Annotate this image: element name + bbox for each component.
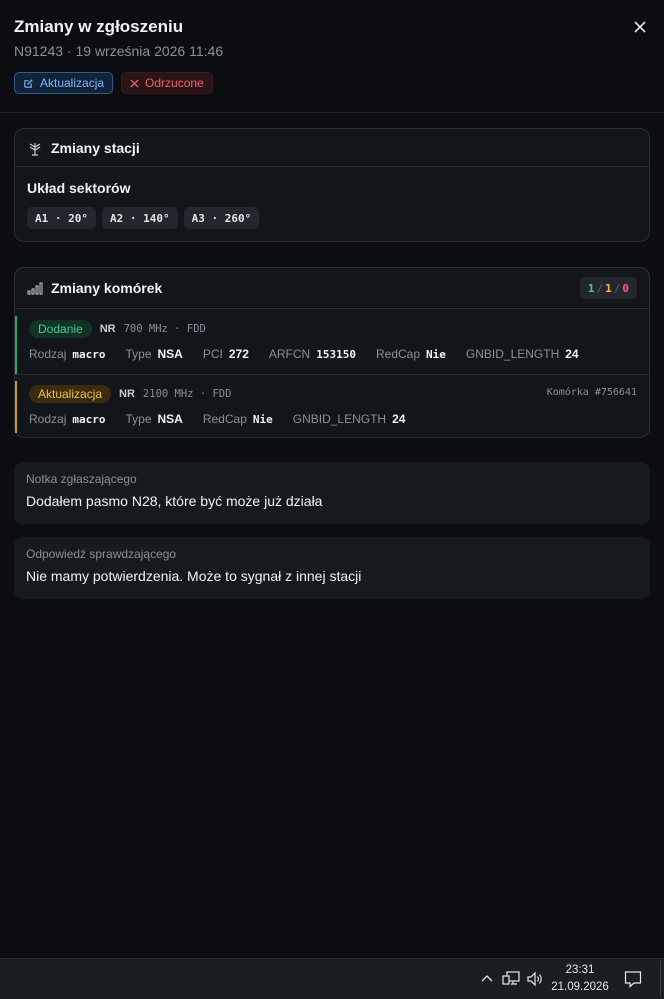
network-icon[interactable] (502, 971, 520, 987)
badge-update-label: Aktualizacja (40, 76, 105, 90)
signal-bars-icon (27, 282, 43, 295)
submitter-note-text: Dodałem pasmo N28, które być może już dz… (26, 493, 323, 509)
cell-row-added: Dodanie NR 700 MHz · FDD Rodzaj macro Typ… (15, 316, 649, 374)
tag-updated: Aktualizacja (29, 385, 112, 403)
cell-changes-card: Zmiany komórek 1/1/0 Dodanie NR 700 MHz … (14, 267, 650, 438)
cell-row-header: Aktualizacja NR 2100 MHz · FDD (29, 385, 231, 403)
tag-added: Dodanie (29, 320, 92, 338)
change-counts: 1/1/0 (579, 277, 637, 299)
badge-update: Aktualizacja (14, 72, 114, 94)
attr-type: Type NSA (125, 347, 183, 361)
reviewer-note: Odpowiedź sprawdzającego Nie mamy potwie… (14, 537, 650, 599)
cell-id: Komórka #756641 (546, 387, 637, 398)
station-changes-title: Zmiany stacji (51, 139, 140, 156)
cell-tech: NR (119, 388, 135, 400)
submitter-note: Notka zgłaszającego Dodałem pasmo N28, k… (14, 462, 650, 524)
antenna-icon (29, 142, 41, 156)
cell-changes-header: Zmiany komórek 1/1/0 (15, 268, 649, 309)
reviewer-note-label: Odpowiedź sprawdzającego (26, 547, 177, 561)
taskbar: 23:31 21.09.2026 (0, 958, 664, 999)
sector-chip: A2 · 140° (101, 207, 178, 229)
attr-arfcn: ARFCN 153150 (268, 347, 356, 361)
cell-freq: 2100 MHz · FDD (142, 388, 232, 400)
close-icon (634, 21, 646, 33)
cell-tech: NR (99, 323, 116, 335)
attr-gnbid-length: GNBID_LENGTH 24 (465, 347, 579, 361)
volume-icon[interactable] (526, 971, 544, 987)
cell-attributes: Rodzaj macro Type NSA RedCap Nie GNBID_LENG… (29, 412, 405, 426)
show-desktop-divider[interactable] (660, 961, 661, 997)
cell-freq: 700 MHz · FDD (123, 323, 206, 335)
dialog-title: Zmiany w zgłoszeniu (14, 17, 184, 36)
count-updated: 1 (605, 281, 612, 295)
clock-date: 21.09.2026 (551, 981, 609, 993)
taskbar-clock[interactable]: 23:31 21.09.2026 (546, 962, 614, 996)
dialog-subtitle: N91243 · 19 września 2026 11:46 (14, 43, 224, 59)
row-divider (15, 374, 649, 375)
station-changes-header: Zmiany stacji (15, 129, 649, 167)
close-button[interactable] (628, 16, 652, 38)
badge-rejected: Odrzucone (121, 72, 213, 94)
sector-layout-label: Układ sektorów (27, 180, 131, 196)
edit-icon (24, 78, 33, 88)
badge-rejected-label: Odrzucone (145, 76, 204, 90)
attr-type: Type NSA (125, 412, 183, 426)
sector-chips: A1 · 20° A2 · 140° A3 · 260° (27, 207, 260, 229)
sector-chip: A3 · 260° (183, 207, 260, 229)
cell-attributes: Rodzaj macro Type NSA PCI 272 ARFCN 153150 R… (29, 347, 579, 361)
reviewer-note-text: Nie mamy potwierdzenia. Może to sygnał z… (26, 568, 362, 584)
count-removed: 0 (622, 281, 629, 295)
attr-gnbid-length: GNBID_LENGTH 24 (292, 412, 406, 426)
sector-chip: A1 · 20° (27, 207, 96, 229)
attr-rodzaj: Rodzaj macro (29, 347, 106, 361)
notification-icon[interactable] (624, 970, 642, 988)
attr-redcap: RedCap Nie (375, 347, 446, 361)
count-added: 1 (587, 281, 595, 295)
x-icon (130, 78, 139, 88)
station-changes-card: Zmiany stacji Układ sektorów A1 · 20° A2… (14, 128, 650, 242)
status-badges: Aktualizacja Odrzucone (14, 72, 213, 94)
submitter-note-label: Notka zgłaszającego (26, 472, 137, 486)
attr-pci: PCI 272 (202, 347, 249, 361)
cell-row-updated: Aktualizacja NR 2100 MHz · FDD Komórka #… (15, 381, 649, 433)
cell-row-header: Dodanie NR 700 MHz · FDD (29, 320, 206, 338)
attr-redcap: RedCap Nie (202, 412, 273, 426)
chevron-up-icon[interactable] (481, 973, 493, 983)
attr-rodzaj: Rodzaj macro (29, 412, 106, 426)
clock-time: 23:31 (565, 964, 595, 976)
cell-changes-title: Zmiany komórek (51, 280, 163, 296)
dialog-header: Zmiany w zgłoszeniu N91243 · 19 września… (0, 0, 664, 113)
